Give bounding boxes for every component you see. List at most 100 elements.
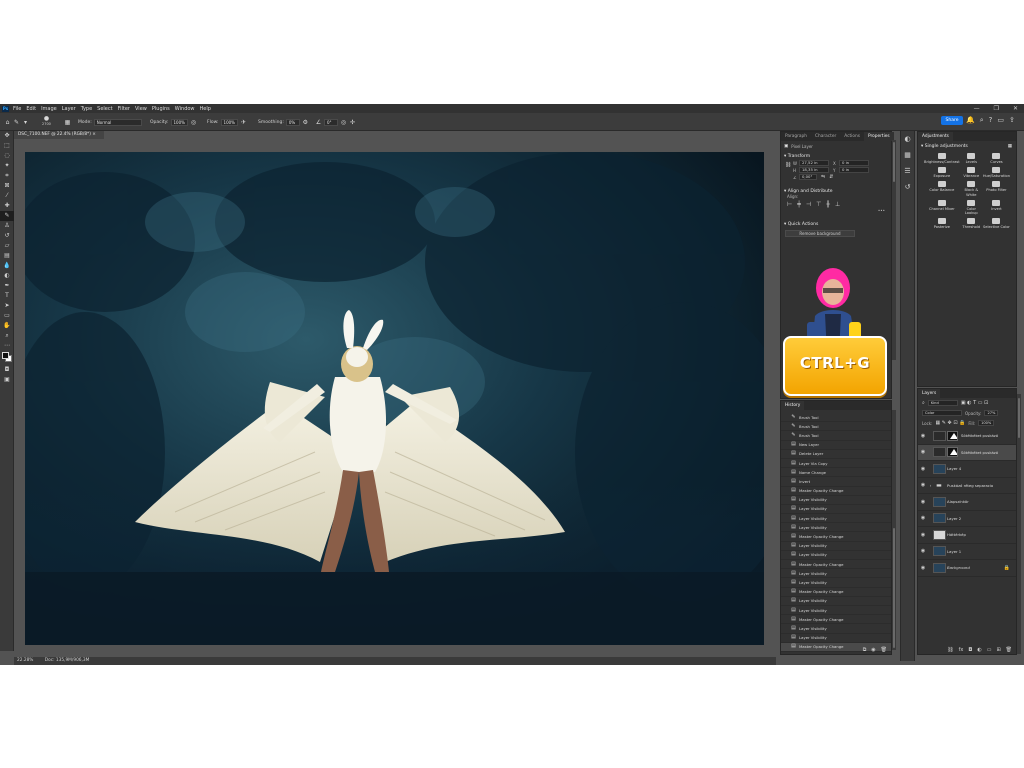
clone-stamp-tool-icon[interactable]: ♙ (0, 221, 14, 231)
properties-scroll-thumb[interactable] (893, 142, 895, 182)
grid-view-icon[interactable]: ▦ (1008, 144, 1012, 149)
swatches-panel-icon[interactable]: ▦ (901, 147, 914, 163)
new-layer-icon[interactable]: ⊞ (996, 647, 1000, 653)
home-icon[interactable]: ⌂ (4, 119, 11, 126)
share-settings-icon[interactable]: ⇪ (1009, 116, 1015, 125)
height-field[interactable]: 18,35 in (799, 167, 829, 173)
lasso-tool-icon[interactable]: ◌ (0, 151, 14, 161)
history-item[interactable]: ▤ Layer Visibility (781, 569, 891, 579)
color-panel-icon[interactable]: ◐ (901, 131, 914, 147)
layer-thumbnail[interactable] (933, 447, 946, 458)
adjustment-curves[interactable]: Curves (983, 153, 1010, 164)
layer-name[interactable]: Layer 1 (947, 549, 961, 554)
layer-mask-thumbnail[interactable] (947, 447, 958, 458)
foreground-color-swatch[interactable] (2, 352, 9, 359)
edit-toolbar-icon[interactable]: ⋯ (0, 341, 14, 351)
layer-kind-filter[interactable]: Kind (927, 400, 958, 406)
align-right-icon[interactable]: ⊣ (806, 201, 811, 208)
properties-scrollbar[interactable] (892, 140, 896, 360)
history-item[interactable]: ▤ Master Opacity Change (781, 487, 891, 496)
history-item[interactable]: ▤ Master Opacity Change (781, 615, 891, 625)
brush-tool-icon[interactable]: ✎ (13, 119, 20, 126)
layer-row[interactable]: ◉ Layer 4 (918, 461, 1016, 478)
history-item[interactable]: ▤ Master Opacity Change (781, 560, 891, 570)
crop-tool-icon[interactable]: ⌗ (0, 171, 14, 181)
blend-mode-select[interactable]: Color (922, 410, 962, 416)
layer-name[interactable]: Background (947, 565, 970, 570)
adjustment-invert[interactable]: Invert (983, 199, 1010, 215)
menu-type[interactable]: Type (81, 106, 92, 112)
layer-row[interactable]: ◉ Sötétkéket puskázó (918, 444, 1016, 461)
layer-thumbnail[interactable] (933, 529, 946, 540)
angle-field[interactable]: 0° (324, 118, 338, 126)
tab-history[interactable]: History (781, 401, 805, 410)
menu-filter[interactable]: Filter (118, 106, 130, 112)
history-item[interactable]: ▤ Layer Visibility (781, 606, 891, 616)
visibility-eye-icon[interactable]: ◉ (918, 499, 928, 505)
filter-type-icons[interactable]: ▣ ◐ T ▭ ⊡ (961, 400, 988, 406)
layer-row[interactable]: ◉ Background 🔒 (918, 560, 1016, 577)
menu-help[interactable]: Help (200, 106, 211, 112)
document-canvas-image[interactable] (25, 152, 764, 645)
pen-tool-icon[interactable]: ✒ (0, 281, 14, 291)
layer-row[interactable]: ◉ Alapszínkör (918, 494, 1016, 511)
link-layers-icon[interactable]: ⛓ (947, 647, 953, 653)
angle-field[interactable]: 0,00° (799, 174, 817, 180)
frame-tool-icon[interactable]: ⊠ (0, 181, 14, 191)
menu-edit[interactable]: Edit (26, 106, 36, 112)
layer-row[interactable]: ◉ Háttérkép (918, 527, 1016, 544)
eyedropper-tool-icon[interactable]: ⁄ (0, 191, 14, 201)
history-brush-tool-icon[interactable]: ↺ (0, 231, 14, 241)
airbrush-icon[interactable]: ✈ (240, 119, 247, 126)
tab-layers[interactable]: Layers (918, 389, 941, 398)
adjustment-selective-color[interactable]: Selective Color (983, 218, 1010, 229)
add-mask-icon[interactable]: ◘ (968, 647, 972, 653)
width-field[interactable]: 27,52 in (799, 160, 829, 166)
flip-horizontal-icon[interactable]: ⇋ (821, 174, 825, 180)
opacity-field[interactable]: 100% (170, 118, 188, 126)
camera-icon[interactable]: ◉ (871, 647, 875, 653)
zoom-tool-icon[interactable]: ⌕ (0, 331, 14, 341)
history-panel-icon[interactable]: ↺ (901, 179, 914, 195)
document-size-info[interactable]: Doc: 135,9M/906,3M (45, 658, 90, 663)
history-item[interactable]: ▤ Layer Visibility (781, 514, 891, 524)
history-item[interactable]: ▤ Layer Visibility (781, 578, 891, 588)
history-item[interactable]: ▤ Master Opacity Change (781, 588, 891, 597)
history-scrollbar[interactable] (892, 410, 896, 650)
workspace-icon[interactable]: ▭ (997, 116, 1004, 125)
layers-scroll-thumb[interactable] (1018, 398, 1020, 438)
adjustment-color-balance[interactable]: Color Balance (924, 181, 960, 196)
layer-name[interactable]: Layer 4 (947, 466, 961, 471)
quick-mask-icon[interactable]: ◘ (0, 365, 14, 375)
layer-row[interactable]: ◉ Layer 2 (918, 511, 1016, 527)
history-item[interactable]: ✎ Brush Tool (781, 422, 891, 432)
history-scroll-thumb[interactable] (893, 528, 895, 648)
minimize-icon[interactable]: — (974, 105, 980, 112)
layers-scrollbar[interactable] (1017, 394, 1021, 654)
history-item[interactable]: ▤ Layer Visibility (781, 551, 891, 560)
delete-layer-icon[interactable]: 🗑 (1006, 647, 1012, 653)
share-button[interactable]: Share (941, 116, 963, 125)
eraser-tool-icon[interactable]: ▱ (0, 241, 14, 251)
chevron-down-icon[interactable]: ▾ (22, 119, 29, 126)
align-center-v-icon[interactable]: ╫ (826, 201, 830, 208)
color-swatches[interactable] (0, 351, 14, 365)
blur-tool-icon[interactable]: 💧 (0, 261, 14, 271)
history-item[interactable]: ▤ Layer Via Copy (781, 459, 891, 469)
layer-name[interactable]: Layer 2 (947, 516, 961, 521)
adjustment-channel-mixer[interactable]: Channel Mixer (924, 199, 960, 215)
restore-icon[interactable]: ❐ (994, 105, 999, 112)
y-field[interactable]: 0 in (839, 167, 869, 173)
help-icon[interactable]: ? (989, 116, 993, 125)
pressure-opacity-icon[interactable]: ◎ (190, 119, 197, 126)
layer-opacity-field[interactable]: 27% (984, 410, 999, 416)
adjustment-hue-saturation[interactable]: Hue/Saturation (983, 167, 1010, 178)
layer-thumbnail[interactable] (933, 496, 946, 507)
gear-icon[interactable]: ⚙ (302, 119, 309, 126)
lock-options-icons[interactable]: ▦ ✎ ✥ ⊡ 🔒 (935, 420, 965, 426)
adjustment-levels[interactable]: Levels (960, 153, 983, 164)
new-snapshot-icon[interactable]: ⧉ (863, 647, 867, 653)
align-bottom-icon[interactable]: ⊥ (835, 201, 840, 208)
photoshop-logo-icon[interactable]: Ps (2, 105, 9, 112)
layer-row[interactable]: ◉ › ▬ Puskázó réteg separacio (918, 478, 1016, 494)
